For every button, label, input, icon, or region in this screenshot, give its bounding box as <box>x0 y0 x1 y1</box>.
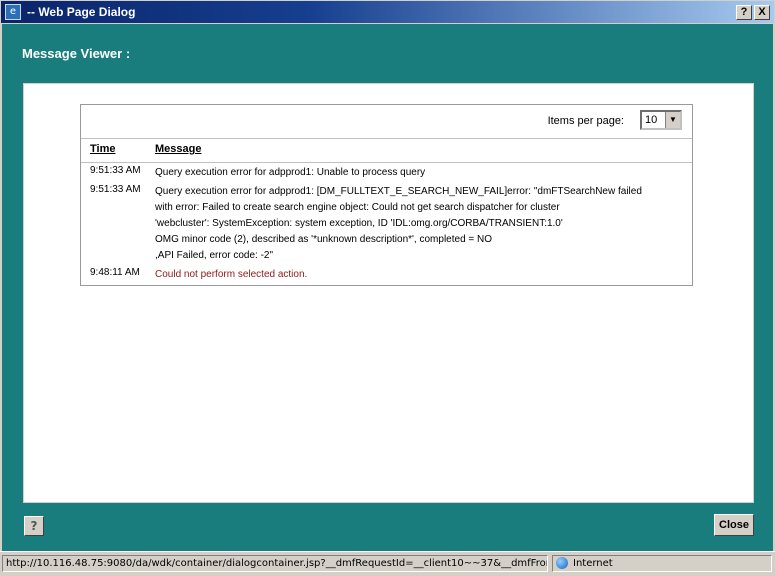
title-bar: e -- Web Page Dialog ? X <box>0 0 775 24</box>
pagination-row: Items per page: 10 ▼ <box>81 105 692 139</box>
ie-page-icon: e <box>5 4 21 20</box>
security-zone: Internet <box>552 555 772 572</box>
table-header: Time Message <box>81 140 692 163</box>
items-per-page-label: Items per page: <box>547 115 624 127</box>
column-header-message[interactable]: Message <box>155 143 201 155</box>
row-time: 9:51:33 AM <box>90 184 141 195</box>
titlebar-close-button[interactable]: X <box>754 5 770 20</box>
items-per-page-select[interactable]: 10 ▼ <box>640 110 682 130</box>
chevron-down-icon[interactable]: ▼ <box>665 112 680 128</box>
message-line: ,API Failed, error code: -2" <box>155 250 274 261</box>
close-button[interactable]: Close <box>714 514 754 536</box>
titlebar-help-button[interactable]: ? <box>736 5 752 20</box>
row-message: Query execution error for adpprod1: [DM_… <box>155 184 685 264</box>
message-line: Query execution error for adpprod1: Unab… <box>155 167 426 178</box>
globe-icon <box>556 557 568 569</box>
row-time: 9:48:11 AM <box>90 267 140 278</box>
message-line: Query execution error for adpprod1: [DM_… <box>155 186 642 197</box>
page-title: Message Viewer : <box>22 46 131 61</box>
dialog-body: Message Viewer : Items per page: 10 ▼ Ti… <box>2 24 773 551</box>
error-message-line: Could not perform selected action. <box>155 269 308 280</box>
window-title: -- Web Page Dialog <box>27 5 136 19</box>
row-time: 9:51:33 AM <box>90 165 141 176</box>
status-url: http://10.116.48.75:9080/da/wdk/containe… <box>2 555 548 572</box>
message-line: with error: Failed to create search engi… <box>155 202 560 213</box>
message-table: Items per page: 10 ▼ Time Message 9:51:3… <box>80 104 693 286</box>
items-per-page-value: 10 <box>645 114 658 126</box>
content-panel: Items per page: 10 ▼ Time Message 9:51:3… <box>23 83 754 503</box>
message-line: 'webcluster': SystemException: system ex… <box>155 218 563 229</box>
row-message: Could not perform selected action. <box>155 267 685 283</box>
help-button[interactable]: ? <box>24 516 44 536</box>
status-bar: http://10.116.48.75:9080/da/wdk/containe… <box>0 551 775 576</box>
row-message: Query execution error for adpprod1: Unab… <box>155 165 685 181</box>
message-line: OMG minor code (2), described as '*unkno… <box>155 234 493 245</box>
zone-label: Internet <box>573 558 613 569</box>
column-header-time[interactable]: Time <box>90 143 115 155</box>
